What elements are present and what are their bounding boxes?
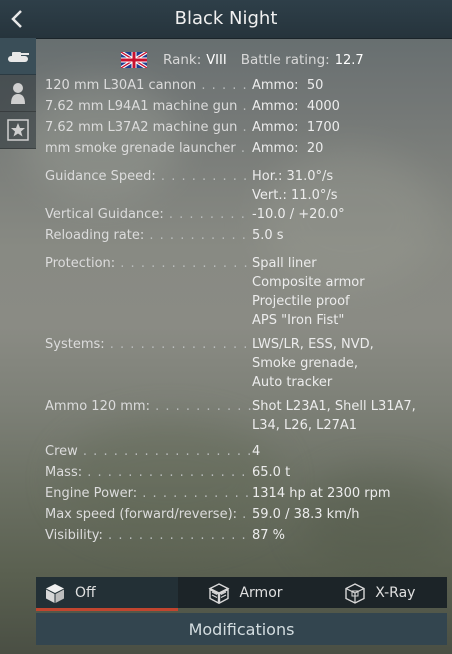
xray-cube-icon xyxy=(345,582,365,604)
guidance-speed-hor: Hor.: 31.0°/s xyxy=(252,169,334,184)
tab-off[interactable]: Off xyxy=(36,577,179,611)
weapon-ammo: Ammo: 1700 xyxy=(252,120,340,135)
visibility-value: 87 % xyxy=(252,528,286,543)
vertical-guidance-label: Vertical Guidance: xyxy=(45,205,252,224)
visibility-label: Visibility: xyxy=(45,526,252,545)
max-speed-label: Max speed (forward/reverse): xyxy=(45,505,252,524)
mass-label: Mass: xyxy=(45,463,252,482)
star-icon xyxy=(7,119,29,141)
battle-rating-value: 12.7 xyxy=(334,52,364,68)
reloading-value: 5.0 s xyxy=(252,228,284,243)
weapon-name: 7.62 mm L37A2 machine gun xyxy=(45,118,252,137)
armor-cube-icon xyxy=(208,582,231,604)
reloading-label: Reloading rate: xyxy=(45,226,252,245)
protection-value: Composite armor xyxy=(252,275,365,290)
tab-label: X-Ray xyxy=(375,584,416,601)
guidance-speed-vert: Vert.: 11.0°/s xyxy=(252,188,338,203)
tab-xray[interactable]: X-Ray xyxy=(313,577,447,608)
systems-value: LWS/LR, ESS, NVD, xyxy=(252,337,374,352)
protection-value: APS "Iron Fist" xyxy=(252,313,345,328)
sidebar xyxy=(0,38,36,149)
vertical-guidance-value: -10.0 / +20.0° xyxy=(252,207,345,222)
protection-label: Protection: xyxy=(45,254,252,273)
crew-icon xyxy=(11,83,25,104)
rank-line: Rank: VIII Battle rating: 12.7 xyxy=(121,50,364,70)
weapon-name: 120 mm L30A1 cannon xyxy=(45,76,252,95)
engine-power-label: Engine Power: xyxy=(45,484,252,503)
ammo-120-value: L34, L26, L27A1 xyxy=(252,418,358,433)
protection-value: Spall liner xyxy=(252,256,317,271)
crew-value: 4 xyxy=(252,444,261,459)
vehicle-title: Black Night xyxy=(174,8,278,29)
systems-value: Auto tracker xyxy=(252,375,333,390)
tab-label: Armor xyxy=(239,584,283,601)
systems-value: Smoke grenade, xyxy=(252,356,358,371)
weapon-ammo: Ammo: 4000 xyxy=(252,99,340,114)
battle-rating-label: Battle rating: xyxy=(240,52,330,68)
ammo-120-value: Shot L23A1, Shell L31A7, xyxy=(252,399,416,414)
guidance-speed-label: Guidance Speed: xyxy=(45,167,252,186)
ammo-120-label: Ammo 120 mm: xyxy=(45,397,252,416)
weapon-name: mm smoke grenade launcher xyxy=(45,139,252,158)
sidebar-item-awards[interactable] xyxy=(0,112,36,149)
tab-armor[interactable]: Armor xyxy=(178,577,312,608)
mass-value: 65.0 t xyxy=(252,465,291,480)
weapon-name: 7.62 mm L94A1 machine gun xyxy=(45,97,252,116)
systems-label: Systems: xyxy=(45,335,252,354)
rank-value: VIII xyxy=(206,52,227,68)
weapon-ammo: Ammo: 20 xyxy=(252,141,324,156)
title-bar: Black Night xyxy=(0,0,452,39)
sidebar-item-crew[interactable] xyxy=(0,75,36,112)
cube-icon xyxy=(46,583,64,603)
sidebar-item-vehicle[interactable] xyxy=(0,38,36,75)
crew-label: Crew xyxy=(45,442,252,461)
protection-value: Projectile proof xyxy=(252,294,350,309)
engine-power-value: 1314 hp at 2300 rpm xyxy=(252,486,391,501)
max-speed-value: 59.0 / 38.3 km/h xyxy=(252,507,360,522)
tab-label: Off xyxy=(75,584,96,601)
uk-flag-icon xyxy=(121,52,147,68)
tank-icon xyxy=(8,52,29,62)
weapon-ammo: Ammo: 50 xyxy=(252,78,324,93)
modifications-button[interactable]: Modifications xyxy=(36,613,447,645)
rank-label: Rank: xyxy=(163,52,202,68)
view-mode-tabs: Off Armor X-Ray xyxy=(36,577,447,611)
